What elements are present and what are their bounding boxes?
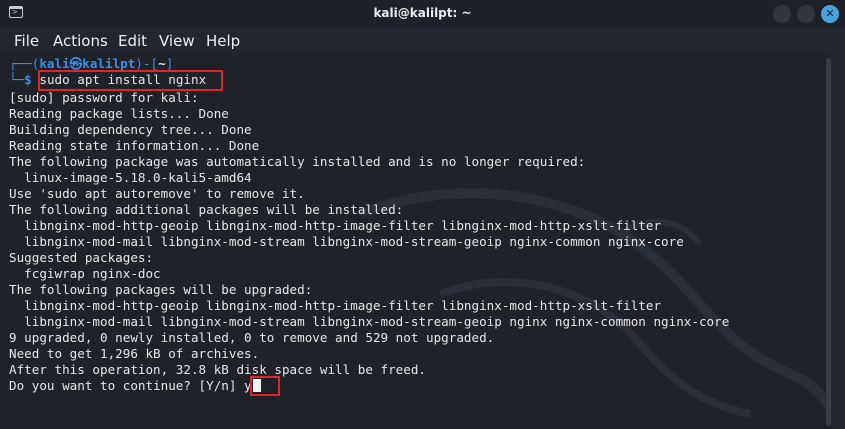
output-line: libnginx-mod-http-geoip libnginx-mod-htt… bbox=[9, 218, 662, 233]
menu-view[interactable]: View bbox=[159, 32, 195, 50]
output-line: Reading state information... Done bbox=[9, 138, 260, 153]
command-highlight-box bbox=[38, 70, 223, 91]
output-line: Suggested packages: bbox=[9, 250, 154, 265]
prompt-dollar: $ bbox=[24, 72, 32, 87]
output-line: libnginx-mod-http-geoip libnginx-mod-htt… bbox=[9, 298, 662, 313]
answer-highlight-box bbox=[250, 376, 280, 396]
window-title: kali@kalilpt: ~ bbox=[373, 6, 472, 20]
output-line: fcgiwrap nginx-doc bbox=[9, 266, 161, 281]
terminal-output-area[interactable]: ┌──(kali㉿kalilpt)-[~] └─$ sudo apt insta… bbox=[0, 54, 830, 429]
output-line: Use 'sudo apt autoremove' to remove it. bbox=[9, 186, 305, 201]
menu-file[interactable]: File bbox=[14, 32, 39, 50]
output-line: 9 upgraded, 0 newly installed, 0 to remo… bbox=[9, 330, 495, 345]
output-line: [sudo] password for kali: bbox=[9, 90, 199, 105]
terminal-window: > kali@kalilpt: ~ ✕ File Actions Edit Vi… bbox=[0, 0, 845, 429]
menu-help[interactable]: Help bbox=[206, 32, 240, 50]
output-line: linux-image-5.18.0-kali5-amd64 bbox=[9, 170, 252, 185]
output-line: The following additional packages will b… bbox=[9, 202, 404, 217]
output-line: libnginx-mod-mail libnginx-mod-stream li… bbox=[9, 234, 684, 249]
menu-actions[interactable]: Actions bbox=[53, 32, 108, 50]
output-line: libnginx-mod-mail libnginx-mod-stream li… bbox=[9, 314, 730, 329]
output-line: Reading package lists... Done bbox=[9, 106, 229, 121]
output-line: The following packages will be upgraded: bbox=[9, 282, 313, 297]
output-line: After this operation, 32.8 kB disk space… bbox=[9, 362, 427, 377]
menu-edit[interactable]: Edit bbox=[118, 32, 147, 50]
close-button[interactable]: ✕ bbox=[821, 5, 839, 23]
confirm-question: Do you want to continue? [Y/n] bbox=[9, 378, 245, 393]
output-line: The following package was automatically … bbox=[9, 154, 586, 169]
output-line: Building dependency tree... Done bbox=[9, 122, 252, 137]
prompt-dir: ~ bbox=[158, 56, 166, 71]
minimize-button[interactable] bbox=[773, 5, 791, 23]
vertical-scrollbar[interactable] bbox=[826, 58, 831, 426]
output-line: Need to get 1,296 kB of archives. bbox=[9, 346, 260, 361]
close-icon: ✕ bbox=[825, 7, 835, 20]
prompt-user-host: kali㉿kalilpt bbox=[39, 56, 136, 71]
menu-bar: File Actions Edit View Help bbox=[0, 28, 845, 54]
title-bar[interactable]: > kali@kalilpt: ~ ✕ bbox=[0, 0, 845, 28]
maximize-button[interactable] bbox=[797, 5, 815, 23]
confirm-line: Do you want to continue? [Y/n] y bbox=[9, 378, 261, 394]
